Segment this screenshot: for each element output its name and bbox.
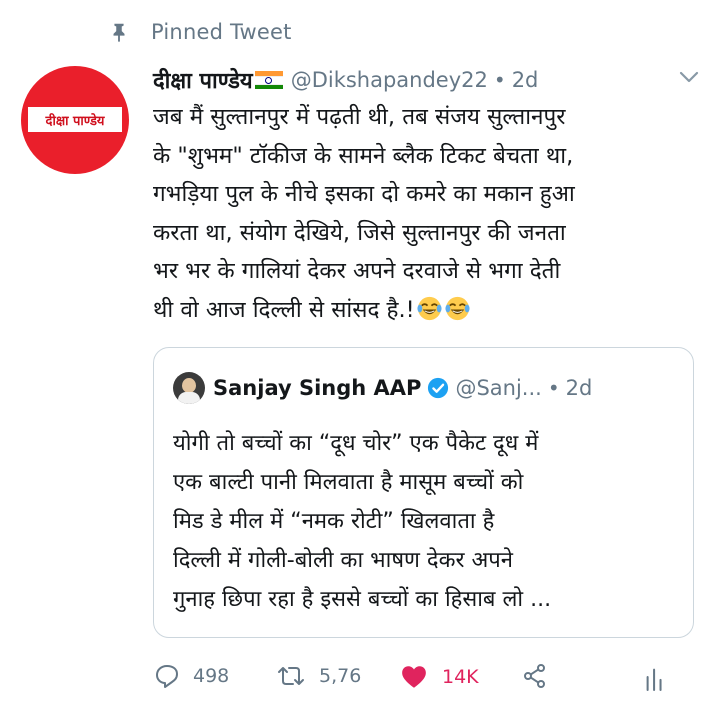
quoted-handle: @Sanj...	[455, 376, 542, 400]
reply-count: 498	[193, 665, 230, 687]
tweet-body: जब मैं सुल्तानपुर में पढ़ती थी, तब संजय …	[153, 98, 698, 329]
quoted-tweet-text: योगी तो बच्चों का “दूध चोर” एक पैकेट दूध…	[173, 431, 552, 612]
retweet-count: 5,76	[319, 665, 362, 687]
share-icon	[524, 664, 545, 688]
india-flag-icon	[254, 71, 283, 89]
quoted-avatar[interactable]	[173, 372, 205, 404]
separator-dot: •	[493, 68, 506, 92]
tweet-header: दीक्षा पाण्डेय @Dikshapandey22 • 2d	[153, 62, 701, 98]
quoted-timestamp: 2d	[565, 376, 593, 400]
reply-icon	[156, 665, 178, 688]
quoted-tweet[interactable]: Sanjay Singh AAP @Sanj... • 2d योगी तो ब…	[153, 347, 694, 638]
share-button[interactable]	[522, 663, 548, 689]
tears-of-joy-emoji-icon	[445, 296, 470, 320]
quoted-display-name: Sanjay Singh AAP	[213, 376, 422, 400]
pinned-label: Pinned Tweet	[151, 20, 292, 44]
verified-badge-icon	[428, 377, 449, 399]
display-name[interactable]: दीक्षा पाण्डेय	[153, 65, 253, 95]
tweet-text: जब मैं सुल्तानपुर में पढ़ती थी, तब संजय …	[153, 104, 575, 323]
pin-icon	[113, 23, 125, 43]
analytics-button[interactable]	[643, 663, 667, 693]
like-button[interactable]: 14K	[399, 663, 479, 691]
heart-icon	[402, 666, 426, 688]
tears-of-joy-emoji-icon	[417, 296, 442, 320]
pinned-indicator: Pinned Tweet	[108, 20, 292, 44]
quoted-tweet-header: Sanjay Singh AAP @Sanj... • 2d	[173, 372, 592, 404]
timestamp[interactable]: 2d	[512, 68, 539, 92]
separator-dot: •	[547, 376, 560, 400]
reply-button[interactable]: 498	[154, 663, 229, 689]
like-count: 14K	[442, 666, 479, 688]
retweet-button[interactable]: 5,76	[276, 663, 361, 689]
analytics-icon	[646, 668, 662, 692]
avatar-text: दीक्षा पाण्डेय	[45, 113, 105, 129]
chevron-down-icon[interactable]	[679, 70, 699, 84]
tweet-actions: 498 5,76 14K	[0, 663, 720, 703]
user-handle[interactable]: @Dikshapandey22	[291, 68, 488, 92]
retweet-icon	[278, 667, 304, 685]
avatar[interactable]: दीक्षा पाण्डेय	[21, 66, 129, 174]
